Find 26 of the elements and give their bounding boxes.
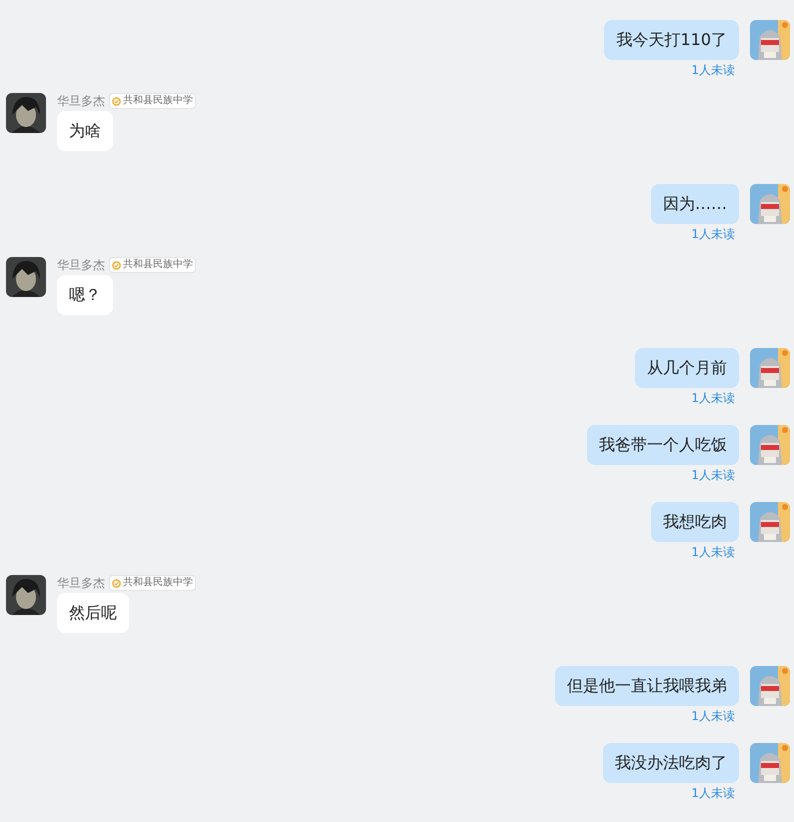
message-bubble: 从几个月前 bbox=[635, 348, 739, 388]
unread-status: 1人未读 bbox=[691, 226, 735, 242]
sender-name: 华旦多杰 bbox=[57, 93, 105, 110]
school-badge: 共和县民族中学 bbox=[109, 257, 196, 273]
school-badge: 共和县民族中学 bbox=[109, 575, 196, 591]
message-bubble: 但是他一直让我喂我弟 bbox=[555, 666, 739, 706]
message-bubble: 为啥 bbox=[57, 111, 113, 151]
message-bubble: 因为…… bbox=[651, 184, 739, 224]
school-badge: 共和县民族中学 bbox=[109, 93, 196, 109]
unread-status: 1人未读 bbox=[691, 390, 735, 406]
message-bubble: 我爸带一个人吃饭 bbox=[587, 425, 739, 465]
unread-status: 1人未读 bbox=[691, 785, 735, 801]
unread-status: 1人未读 bbox=[691, 467, 735, 483]
message-bubble: 嗯？ bbox=[57, 275, 113, 315]
unread-status: 1人未读 bbox=[691, 62, 735, 78]
check-circle-icon bbox=[112, 96, 121, 106]
unread-status: 1人未读 bbox=[691, 544, 735, 560]
sender-name: 华旦多杰 bbox=[57, 257, 105, 274]
sender-name: 华旦多杰 bbox=[57, 575, 105, 592]
unread-status: 1人未读 bbox=[691, 708, 735, 724]
check-circle-icon bbox=[112, 260, 121, 270]
message-bubble: 我想吃肉 bbox=[651, 502, 739, 542]
check-circle-icon bbox=[112, 578, 121, 588]
message-bubble: 我没办法吃肉了 bbox=[603, 743, 739, 783]
message-bubble: 我今天打110了 bbox=[604, 20, 739, 60]
message-bubble: 然后呢 bbox=[57, 593, 129, 633]
